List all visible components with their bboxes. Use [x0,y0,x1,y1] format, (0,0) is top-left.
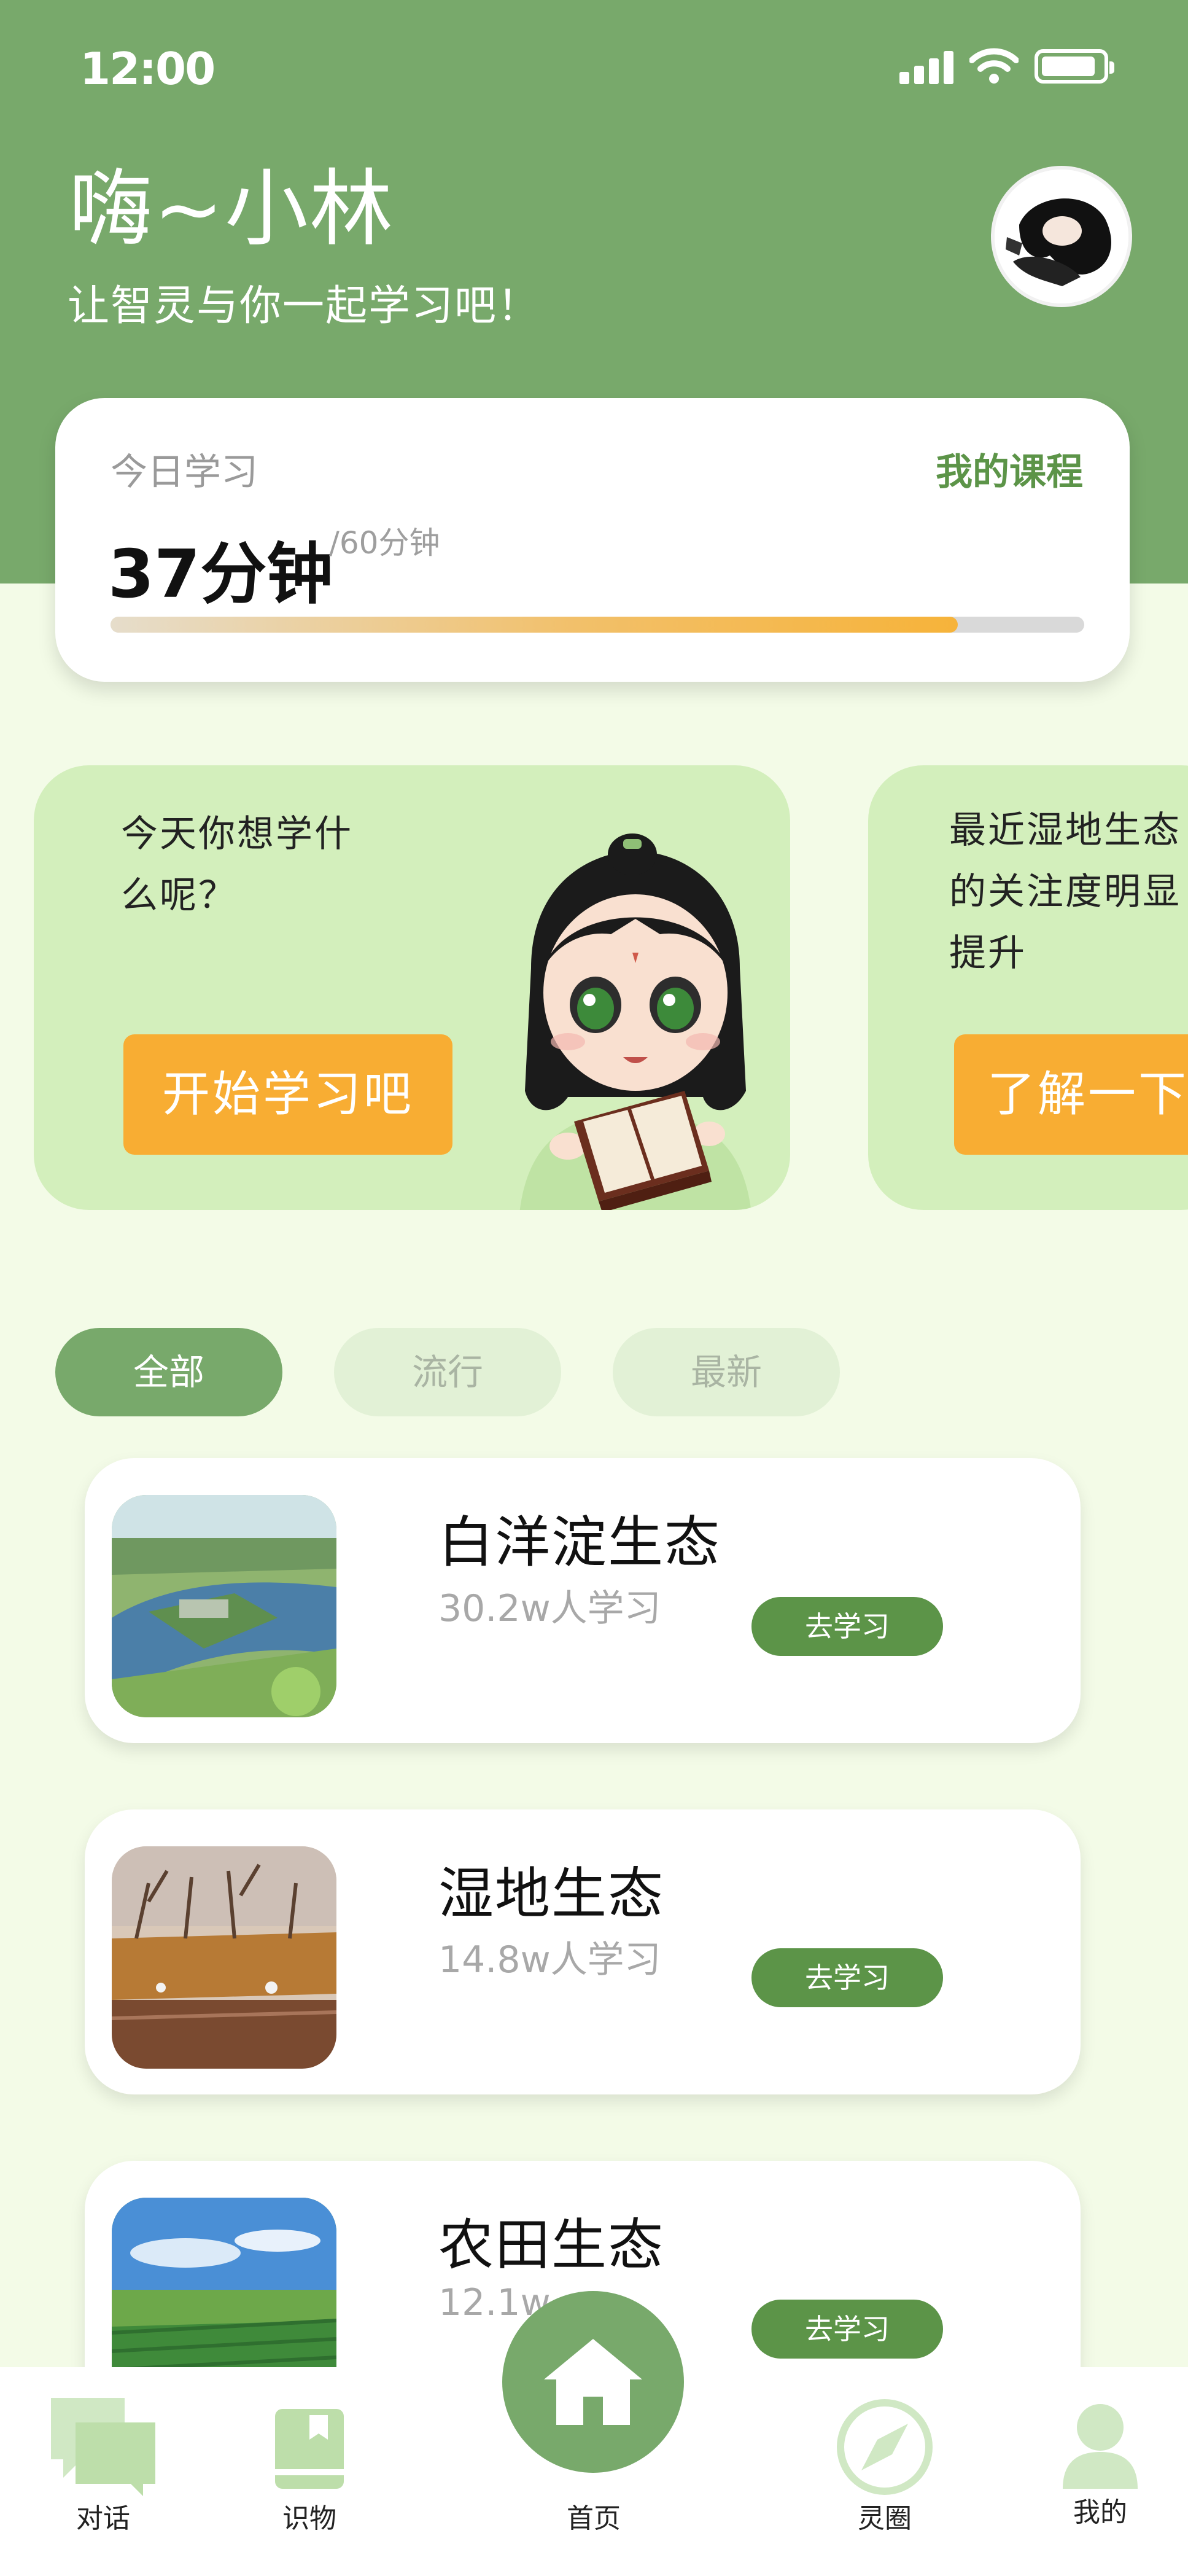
nav-circle[interactable]: 灵圈 [805,2367,965,2576]
nav-label: 识物 [282,2503,336,2534]
filter-popular[interactable]: 流行 [334,1328,561,1416]
greeting-subtitle: 让智灵与你一起学习吧！ [68,282,541,330]
battery-icon [1035,49,1114,84]
nav-label: 首页 [567,2503,621,2534]
banner-start-learning[interactable]: 今天你想学什么呢？ 开始学习吧 [34,765,790,1210]
go-learn-button[interactable]: 去学习 [751,1597,943,1656]
go-learn-button[interactable]: 去学习 [751,2300,943,2359]
course-learner-count: 14.8w人学习 [438,1938,661,1981]
home-button[interactable] [502,2291,684,2473]
today-study-label: 今日学习 [111,451,258,494]
nav-chat[interactable]: 对话 [23,2367,183,2576]
nav-identify[interactable]: 识物 [230,2367,389,2576]
user-icon [1063,2404,1138,2489]
study-progress-bar [111,617,1084,633]
course-thumbnail [112,1495,336,1717]
banner-text: 最近湿地生态的关注度明显提升 [949,809,1181,975]
status-icons [899,48,1114,85]
course-title: 农田生态 [438,2213,664,2277]
today-study-card: 今日学习 我的课程 37分钟 /60分钟 [55,398,1130,682]
start-learning-button[interactable]: 开始学习吧 [123,1034,452,1155]
study-minutes: 37分钟 [108,536,333,613]
filter-all[interactable]: 全部 [55,1328,282,1416]
nav-label: 灵圈 [858,2503,912,2534]
signal-icon [899,49,953,84]
filter-latest[interactable]: 最新 [613,1328,840,1416]
banner-text: 今天你想学什么呢？ [121,813,353,917]
character-illustration [519,833,751,1210]
nav-me[interactable]: 我的 [1020,2367,1180,2576]
home-icon [544,2339,642,2425]
book-icon [275,2409,344,2489]
avatar[interactable] [991,166,1132,307]
course-title: 湿地生态 [438,1862,664,1926]
chat-icon [51,2398,155,2496]
course-card[interactable]: 湿地生态 14.8w人学习 去学习 [85,1809,1081,2094]
greeting-title: 嗨~小林 [69,161,394,258]
study-progress-fill [111,617,958,633]
status-time: 12:00 [80,43,215,95]
course-title: 白洋淀生态 [438,1510,721,1575]
course-thumbnail [112,1846,336,2069]
nav-label: 我的 [1073,2497,1127,2528]
learn-more-button[interactable]: 了解一下 [954,1034,1188,1155]
nav-label: 对话 [76,2503,130,2534]
compass-icon [837,2399,933,2495]
go-learn-button[interactable]: 去学习 [751,1948,943,2007]
course-card[interactable]: 白洋淀生态 30.2w人学习 去学习 [85,1458,1081,1743]
wifi-icon [969,48,1019,84]
course-learner-count: 30.2w人学习 [438,1587,661,1630]
my-courses-link[interactable]: 我的课程 [936,442,1083,496]
study-goal: /60分钟 [329,525,440,561]
banner-wetland-news[interactable]: 最近湿地生态的关注度明显提升 了解一下 [868,765,1188,1210]
